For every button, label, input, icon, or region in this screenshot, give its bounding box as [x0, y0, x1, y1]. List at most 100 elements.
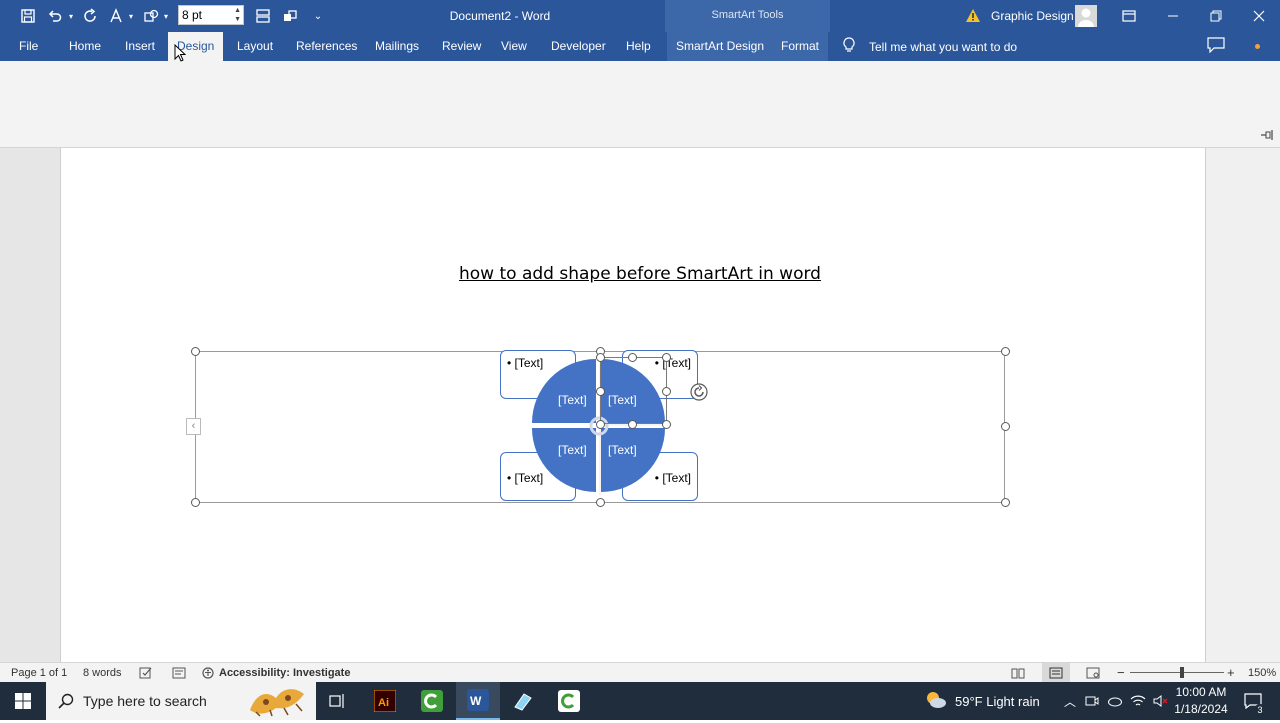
- illustrator-app-icon[interactable]: Ai: [363, 682, 407, 720]
- quadrant-bottom-right[interactable]: [601, 428, 665, 492]
- tab-home[interactable]: Home: [60, 32, 110, 61]
- system-clock[interactable]: 10:00 AM 1/18/2024: [1168, 684, 1234, 718]
- shape-handle[interactable]: [628, 353, 637, 362]
- account-name[interactable]: Graphic Design: [991, 0, 1074, 32]
- restore-icon[interactable]: [1194, 0, 1238, 32]
- tab-file[interactable]: File: [10, 32, 47, 61]
- zoom-slider-thumb[interactable]: [1180, 667, 1184, 678]
- task-view-icon[interactable]: [316, 682, 360, 720]
- windows-start-icon[interactable]: [0, 682, 46, 720]
- resize-handle[interactable]: [1001, 498, 1010, 507]
- tab-developer[interactable]: Developer: [542, 32, 615, 61]
- zoom-out-icon[interactable]: −: [1117, 663, 1125, 683]
- tab-help[interactable]: Help: [617, 32, 660, 61]
- read-mode-icon[interactable]: [1011, 663, 1025, 683]
- bring-forward-icon[interactable]: [279, 0, 301, 32]
- camtasia-app-icon[interactable]: [410, 682, 454, 720]
- quadrant-label[interactable]: [Text]: [558, 393, 587, 407]
- document-heading[interactable]: how to add shape before SmartArt in word: [0, 264, 1280, 284]
- page-break-icon[interactable]: [252, 0, 274, 32]
- resize-handle[interactable]: [191, 347, 200, 356]
- resize-handle[interactable]: [191, 498, 200, 507]
- ribbon-display-options-icon[interactable]: [1107, 0, 1151, 32]
- shape-handle[interactable]: [596, 387, 605, 396]
- shape-handle[interactable]: [596, 420, 605, 429]
- shapes-icon[interactable]: [140, 0, 162, 32]
- document-title: Document2 - Word: [449, 9, 551, 23]
- save-icon[interactable]: [16, 0, 40, 32]
- font-size-value: 8 pt: [182, 8, 203, 22]
- shape-handle[interactable]: [596, 353, 605, 362]
- zoom-slider[interactable]: [1130, 663, 1224, 683]
- proofing-icon[interactable]: [139, 663, 153, 683]
- tab-mailings[interactable]: Mailings: [366, 32, 428, 61]
- shape-selection-box: [600, 357, 667, 424]
- shape-handle[interactable]: [662, 387, 671, 396]
- quadrant-label[interactable]: [Text]: [608, 443, 637, 457]
- title-bar: ▾ ▾ ▾ 8 pt ▲ ▼ ⌄ Document2 - Word SmartAr…: [0, 0, 1280, 61]
- taskbar: Type here to search Ai W 59°F Light rain…: [0, 682, 1280, 720]
- pin-ribbon-icon[interactable]: [1260, 129, 1274, 143]
- rotation-handle-icon[interactable]: [689, 382, 709, 407]
- shapes-dropdown-icon[interactable]: ▾: [161, 0, 171, 32]
- tab-references[interactable]: References: [287, 32, 366, 61]
- mouse-cursor-icon: [174, 43, 187, 67]
- tab-smartart-design[interactable]: SmartArt Design: [667, 32, 774, 61]
- warning-icon[interactable]: [965, 8, 981, 24]
- redo-icon[interactable]: [80, 0, 102, 32]
- vertical-scrollbar[interactable]: [1206, 148, 1280, 662]
- tell-me-search[interactable]: Tell me what you want to do: [843, 32, 1017, 61]
- zoom-in-icon[interactable]: +: [1227, 663, 1235, 683]
- camtasia-recorder-icon[interactable]: [547, 682, 591, 720]
- minimize-icon[interactable]: [1151, 0, 1195, 32]
- resize-handle[interactable]: [1001, 422, 1010, 431]
- search-highlight-icon: [246, 684, 310, 723]
- font-size-box[interactable]: 8 pt ▲ ▼: [178, 5, 244, 25]
- tell-me-label: Tell me what you want to do: [869, 39, 1018, 54]
- quadrant-label[interactable]: [Text]: [558, 443, 587, 457]
- taskbar-search-box[interactable]: Type here to search: [46, 682, 316, 720]
- resize-handle[interactable]: [1001, 347, 1010, 356]
- text-effects-dropdown-icon[interactable]: ▾: [126, 0, 136, 32]
- comments-icon[interactable]: [1207, 37, 1225, 58]
- undo-icon[interactable]: [44, 0, 66, 32]
- print-layout-icon[interactable]: [1042, 663, 1070, 683]
- page-count[interactable]: Page 1 of 1: [11, 663, 67, 683]
- shape-handle[interactable]: [662, 420, 671, 429]
- zoom-level[interactable]: 150%: [1248, 663, 1276, 683]
- camera-tray-icon[interactable]: [1081, 682, 1103, 720]
- show-hidden-icons-icon[interactable]: ︿: [1059, 682, 1081, 720]
- avatar[interactable]: [1075, 5, 1097, 27]
- word-app-icon[interactable]: W: [456, 682, 500, 720]
- wifi-icon[interactable]: [1127, 682, 1149, 720]
- shape-handle[interactable]: [662, 353, 671, 362]
- notification-count-badge: 3: [1254, 704, 1266, 716]
- undo-dropdown-icon[interactable]: ▾: [65, 0, 77, 32]
- eraser-app-icon[interactable]: [501, 682, 545, 720]
- tab-format[interactable]: Format: [772, 32, 829, 61]
- tab-review[interactable]: Review: [433, 32, 490, 61]
- text-effects-icon[interactable]: [106, 0, 126, 32]
- quadrant-top-left[interactable]: [532, 359, 596, 423]
- cloud-tray-icon[interactable]: [1104, 682, 1126, 720]
- tab-view[interactable]: View: [492, 32, 536, 61]
- shape-handle[interactable]: [628, 420, 637, 429]
- clock-date: 1/18/2024: [1174, 702, 1228, 716]
- accessibility-status[interactable]: Accessibility: Investigate: [219, 663, 350, 683]
- macro-record-icon[interactable]: [172, 663, 186, 683]
- tab-layout[interactable]: Layout: [228, 32, 282, 61]
- web-layout-icon[interactable]: [1086, 663, 1100, 683]
- weather-text: 59°F Light rain: [955, 693, 1040, 709]
- customize-toolbar-icon[interactable]: ⌄: [310, 0, 326, 32]
- ribbon-panel: [0, 61, 1280, 148]
- weather-widget[interactable]: 59°F Light rain: [925, 682, 1040, 720]
- accessibility-icon[interactable]: [201, 663, 215, 683]
- contextual-group-label: SmartArt Tools: [711, 9, 784, 21]
- close-icon[interactable]: [1237, 0, 1280, 32]
- tab-insert[interactable]: Insert: [116, 32, 164, 61]
- quadrant-bottom-left[interactable]: [532, 428, 596, 492]
- font-size-spinner-icon[interactable]: ▲ ▼: [234, 6, 241, 24]
- word-count[interactable]: 8 words: [83, 663, 122, 683]
- text-pane-toggle-icon[interactable]: ‹: [186, 418, 201, 435]
- resize-handle[interactable]: [596, 498, 605, 507]
